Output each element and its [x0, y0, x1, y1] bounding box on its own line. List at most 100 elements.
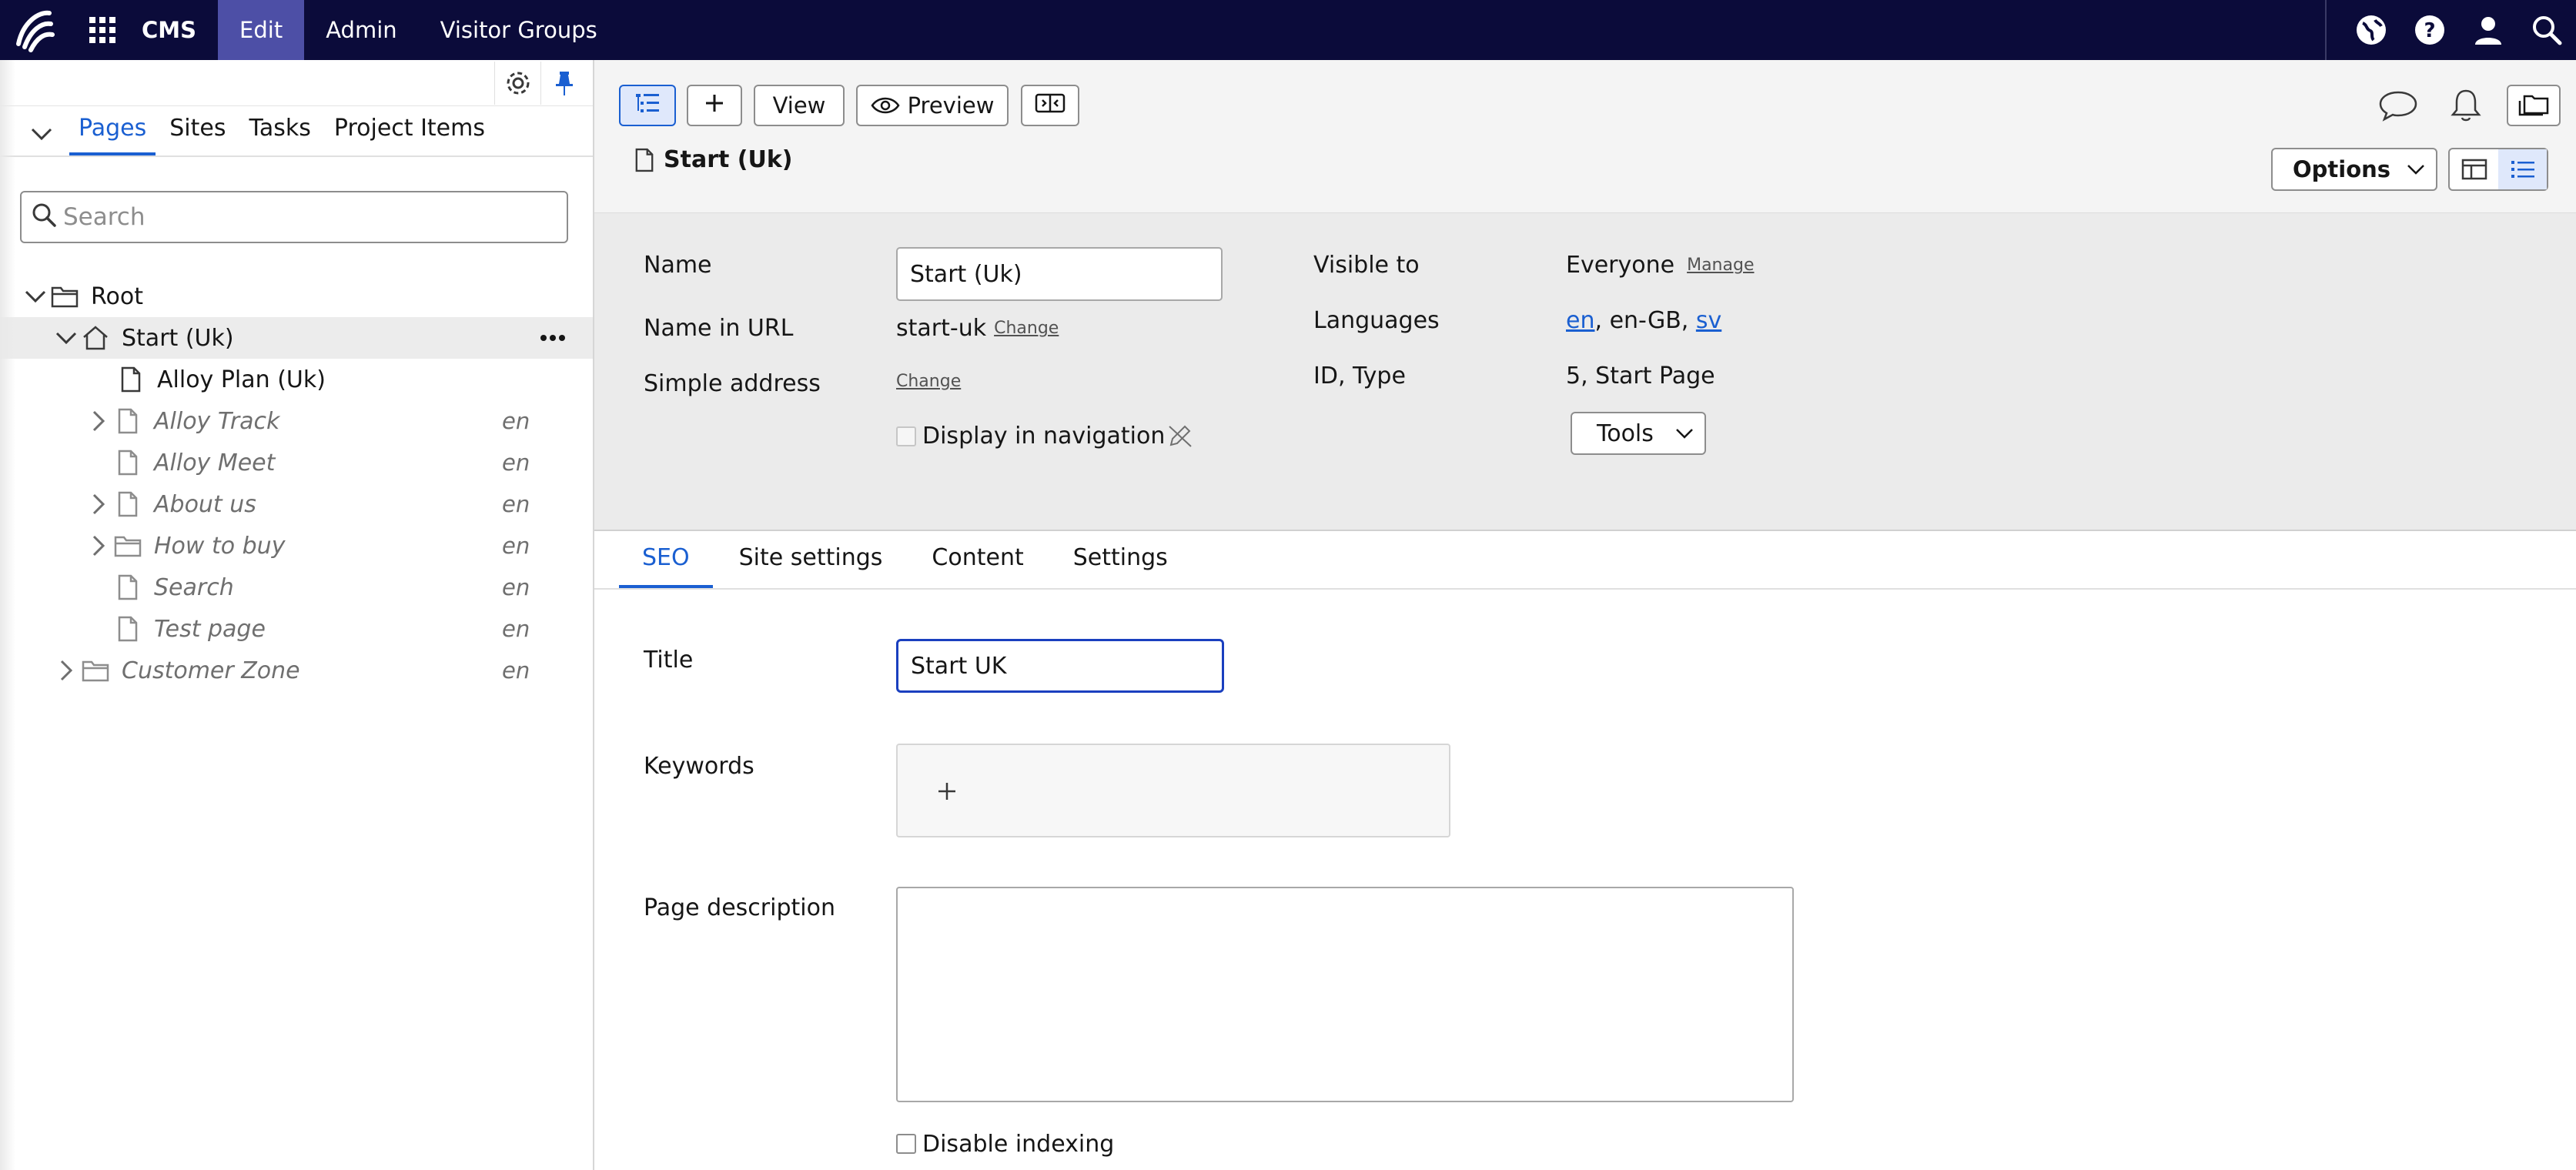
help-icon[interactable]: ? [2400, 0, 2459, 60]
language-badge: en [502, 657, 530, 684]
page-tree-search [20, 191, 568, 243]
top-navigation-bar: CMS Edit Admin Visitor Groups ? [0, 0, 2576, 60]
nav-visitor-groups[interactable]: Visitor Groups [419, 0, 619, 60]
tools-label: Tools [1597, 420, 1654, 447]
toggle-navigation-pane-button[interactable] [619, 85, 676, 126]
chevron-down-icon [2407, 163, 2425, 176]
compare-button[interactable] [1021, 85, 1079, 126]
tree-node-about-us[interactable]: About us en [0, 483, 593, 525]
tree-node-label: About us [154, 490, 256, 518]
navigation-pane: Pages Sites Tasks Project Items Root Sta… [0, 60, 594, 1170]
change-url-link[interactable]: Change [994, 319, 1059, 338]
optimizely-logo-icon[interactable] [0, 0, 68, 60]
preview-button[interactable]: Preview [856, 85, 1009, 126]
page-title: Start (Uk) [634, 146, 793, 173]
tree-node-start-uk[interactable]: Start (Uk) [0, 317, 593, 359]
globe-icon[interactable] [2342, 0, 2400, 60]
options-dropdown[interactable]: Options [2271, 148, 2437, 191]
tree-node-root[interactable]: Root [0, 276, 593, 317]
pin-icon[interactable] [540, 61, 587, 105]
tab-content[interactable]: Content [908, 544, 1046, 588]
chevron-down-icon[interactable] [52, 324, 80, 352]
chevron-right-icon[interactable] [85, 407, 112, 435]
pane-toolbar [0, 60, 593, 106]
chevron-right-icon[interactable] [85, 490, 112, 518]
language-link-sv[interactable]: sv [1696, 307, 1721, 334]
language-link-en[interactable]: en [1566, 307, 1594, 334]
title-input[interactable] [896, 639, 1224, 693]
tree-node-alloy-plan[interactable]: Alloy Plan (Uk) [0, 359, 593, 400]
tab-sites[interactable]: Sites [160, 115, 235, 155]
tree-node-search[interactable]: Search en [0, 567, 593, 608]
tab-project-items[interactable]: Project Items [325, 115, 494, 155]
tab-pages[interactable]: Pages [69, 115, 156, 155]
name-input[interactable] [896, 247, 1223, 301]
svg-text:?: ? [2424, 19, 2435, 42]
tree-node-customer-zone[interactable]: Customer Zone en [0, 650, 593, 691]
manage-access-link[interactable]: Manage [1687, 256, 1754, 275]
seo-form: Title Keywords Page description Disable … [594, 590, 2576, 1159]
tab-settings[interactable]: Settings [1050, 544, 1191, 588]
more-options-icon[interactable] [536, 323, 570, 353]
search-icon[interactable] [2517, 0, 2576, 60]
tree-node-alloy-track[interactable]: Alloy Track en [0, 400, 593, 442]
tab-tasks[interactable]: Tasks [240, 115, 320, 155]
all-properties-list-icon[interactable] [2498, 149, 2547, 189]
simple-address-label: Simple address [644, 370, 821, 397]
language-badge: en [502, 491, 530, 517]
chevron-down-icon[interactable] [22, 282, 49, 310]
tab-seo[interactable]: SEO [619, 544, 713, 588]
language-badge: en [502, 574, 530, 600]
page-title-text: Start (Uk) [664, 146, 793, 173]
tree-node-label: Start (Uk) [122, 324, 234, 352]
nav-admin[interactable]: Admin [304, 0, 418, 60]
notifications-bell-icon[interactable] [2439, 85, 2493, 126]
language-badge: en [502, 616, 530, 642]
tools-dropdown[interactable]: Tools [1571, 412, 1706, 455]
tree-node-how-to-buy[interactable]: How to buy en [0, 525, 593, 567]
tree-node-alloy-meet[interactable]: Alloy Meet en [0, 442, 593, 483]
name-label: Name [644, 252, 712, 279]
disable-indexing-label: Disable indexing [922, 1130, 1115, 1158]
languages-label: Languages [1313, 307, 1440, 334]
search-input[interactable] [63, 203, 556, 231]
page-icon [112, 572, 143, 603]
chevron-right-icon[interactable] [52, 657, 80, 684]
display-in-navigation-checkbox[interactable] [896, 426, 916, 446]
tree-node-label: How to buy [154, 532, 286, 560]
page-description-label: Page description [644, 894, 835, 921]
user-icon[interactable] [2459, 0, 2517, 60]
disable-indexing-checkbox[interactable] [896, 1134, 916, 1154]
property-tabs: SEO Site settings Content Settings [594, 531, 2576, 590]
on-page-edit-icon[interactable] [2450, 149, 2498, 189]
nav-edit[interactable]: Edit [218, 0, 305, 60]
folder-icon [80, 655, 111, 686]
top-right-actions: ? [2325, 0, 2576, 60]
app-switcher-grid-icon[interactable] [68, 0, 137, 60]
chevron-right-icon[interactable] [85, 532, 112, 560]
view-button[interactable]: View [754, 85, 845, 126]
language-badge: en [502, 450, 530, 476]
eye-icon [871, 96, 900, 115]
page-icon [112, 447, 143, 478]
plus-icon [704, 92, 725, 119]
view-mode-toggle [2448, 148, 2548, 191]
page-description-textarea[interactable] [896, 887, 1794, 1102]
add-content-button[interactable] [687, 85, 742, 126]
page-icon [115, 364, 146, 395]
pencil-edit-icon[interactable] [1166, 423, 1194, 450]
assets-pane-toggle-button[interactable] [2507, 85, 2561, 126]
product-name: CMS [142, 17, 197, 43]
tree-node-test-page[interactable]: Test page en [0, 608, 593, 650]
settings-gear-icon[interactable] [494, 61, 540, 105]
change-simple-address-link[interactable]: Change [896, 372, 961, 391]
tab-site-settings[interactable]: Site settings [716, 544, 906, 588]
folders-icon [2517, 90, 2551, 122]
language-en-gb: en-GB [1609, 307, 1681, 334]
collapse-chevron-down-icon[interactable] [23, 112, 60, 155]
simple-address-value-row: Change [896, 372, 961, 391]
comments-icon[interactable] [2371, 85, 2425, 126]
add-keyword-plus-icon[interactable] [930, 774, 964, 808]
tree-node-label: Root [91, 282, 143, 310]
